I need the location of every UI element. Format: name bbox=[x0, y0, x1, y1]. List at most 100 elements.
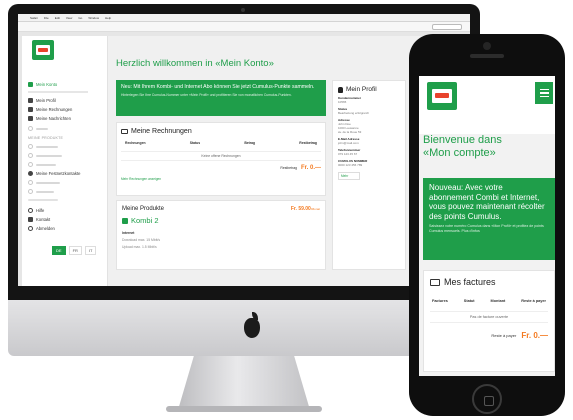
banner-headline: Neu: Mit Ihrem Kombi- und Internet Abo k… bbox=[121, 84, 315, 90]
lang-fr[interactable]: FR bbox=[68, 246, 82, 255]
column-header[interactable]: Rechnungen bbox=[125, 141, 146, 145]
product-line: Internet bbox=[122, 231, 135, 235]
phone-speaker bbox=[470, 54, 504, 58]
invoices-title-text: Meine Rechnungen bbox=[131, 128, 192, 135]
products-header: Meine Produkte Fr. 59.00/Monat bbox=[122, 206, 320, 212]
column-header[interactable]: Reste à payer bbox=[521, 299, 546, 303]
apple-logo bbox=[244, 318, 260, 338]
column-header[interactable]: Betrag bbox=[244, 141, 255, 145]
help-icon bbox=[28, 208, 33, 213]
footer-amount: Fr. 0.— bbox=[300, 165, 321, 171]
mobile-header bbox=[419, 76, 555, 134]
sidebar-divider bbox=[28, 91, 88, 93]
products-card: Meine Produkte Fr. 59.00/Monat Kombi 2 I… bbox=[116, 200, 326, 270]
menu-line bbox=[539, 95, 549, 98]
language-switcher: DE FR IT bbox=[52, 246, 97, 255]
sidebar-item-mein-konto[interactable]: Mein Konto bbox=[28, 82, 57, 87]
brand-logo-inner bbox=[36, 45, 50, 55]
product-icon bbox=[28, 162, 33, 167]
product-icon bbox=[28, 180, 33, 185]
home-icon bbox=[28, 82, 33, 87]
profile-card: Mein Profil Kundennummer 10565 Status Be… bbox=[332, 80, 406, 270]
invoices-footer: Reste à payer Fr. 0.— bbox=[430, 331, 548, 340]
footer-label: Restbetrag bbox=[280, 166, 297, 170]
mail-icon bbox=[28, 116, 33, 121]
mobile-title-line: Bienvenue dans bbox=[423, 134, 502, 146]
profile-field-value: 079 123 45 67 bbox=[338, 152, 358, 156]
mobile-page-title: Bienvenue dans «Mon compte» bbox=[423, 134, 502, 160]
lang-it[interactable]: IT bbox=[84, 246, 97, 255]
more-invoices-link[interactable]: Mehr Rechnungen anzeigen bbox=[121, 177, 321, 181]
sidebar-item-product[interactable] bbox=[28, 180, 60, 185]
invoices-title: Meine Rechnungen bbox=[121, 128, 321, 135]
column-header[interactable]: Restbetrag bbox=[299, 141, 317, 145]
sidebar-item-rechnungen[interactable]: Meine Rechnungen bbox=[28, 107, 72, 112]
menubar-item[interactable]: Edit bbox=[55, 16, 60, 20]
invoices-title-text: Mes factures bbox=[444, 277, 496, 287]
menubar-item[interactable]: View bbox=[66, 16, 72, 20]
sidebar-item-label: Meine Festnetzkontakte bbox=[36, 171, 81, 176]
mobile-cumulus-banner: Nouveau: Avec votre abonnement Combi et … bbox=[423, 178, 555, 260]
menu-line bbox=[539, 92, 549, 94]
hamburger-menu-button[interactable] bbox=[535, 82, 553, 104]
sidebar-item-label: Meine Rechnungen bbox=[36, 107, 73, 112]
footer-amount: Fr. 0.— bbox=[521, 331, 548, 340]
page-title: Herzlich willkommen in «Mein Konto» bbox=[116, 58, 274, 69]
sidebar-item-festnetz[interactable]: Meine Festnetzkontakte bbox=[28, 171, 80, 176]
profile-field-value: av. de la Roue 53 bbox=[338, 130, 362, 134]
mobile-title-line: «Mon compte» bbox=[423, 147, 496, 159]
placeholder-bar bbox=[36, 181, 60, 184]
product-name-row[interactable]: Kombi 2 bbox=[122, 216, 320, 225]
sidebar-item-mein-profil[interactable]: Mein Profil bbox=[28, 98, 56, 103]
invoices-empty-row: Keine offene Rechnungen bbox=[121, 151, 321, 161]
profile-more-button[interactable]: Mehr bbox=[338, 172, 360, 180]
iphone: Bienvenue dans «Mon compte» Nouveau: Ave… bbox=[409, 34, 565, 416]
menubar-item[interactable]: Safari bbox=[30, 16, 38, 20]
sidebar-item-product[interactable] bbox=[28, 189, 54, 194]
column-header[interactable]: Factures bbox=[432, 299, 448, 303]
placeholder-bar bbox=[36, 163, 56, 166]
sidebar-item-product[interactable] bbox=[28, 162, 56, 167]
sidebar-item-kontakt[interactable]: Kontakt bbox=[28, 217, 50, 222]
invoice-icon bbox=[430, 278, 440, 286]
mac-menubar: Safari File Edit View Go Window Help bbox=[18, 14, 470, 22]
brand-logo-inner bbox=[432, 89, 452, 103]
sidebar-item-product[interactable] bbox=[28, 153, 62, 158]
placeholder-bar bbox=[36, 154, 62, 157]
lang-de[interactable]: DE bbox=[52, 246, 66, 255]
brand-logo[interactable] bbox=[32, 40, 54, 60]
sidebar-item-abmelden[interactable]: Abmelden bbox=[28, 226, 55, 231]
invoices-card: Meine Rechnungen Rechnungen Status Betra… bbox=[116, 122, 326, 196]
mobile-invoices-card: Mes factures Factures Statut Montant Res… bbox=[423, 270, 555, 372]
sidebar-item-label: Mein Konto bbox=[36, 82, 58, 87]
column-header[interactable]: Statut bbox=[464, 299, 475, 303]
sidebar-item-nachrichten[interactable]: Meine Nachrichten bbox=[28, 116, 71, 121]
placeholder-bar bbox=[36, 190, 54, 193]
browser-button[interactable] bbox=[432, 24, 462, 30]
menubar-item[interactable]: Go bbox=[78, 16, 82, 20]
column-header[interactable]: Montant bbox=[491, 299, 506, 303]
phone-home-button[interactable] bbox=[472, 384, 502, 414]
imac-stand bbox=[178, 356, 310, 410]
footer-label: Reste à payer bbox=[491, 333, 517, 338]
device-showcase: Safari File Edit View Go Window Help Mei… bbox=[0, 0, 573, 420]
menubar-item[interactable]: Window bbox=[88, 16, 99, 20]
sidebar-section-placeholder bbox=[28, 199, 58, 201]
imac-screen: Safari File Edit View Go Window Help Mei… bbox=[18, 14, 470, 286]
sidebar-item-placeholder[interactable] bbox=[28, 126, 48, 131]
profile-field-value: Bearbeitung erfolgreich bbox=[338, 111, 370, 115]
sidebar-item-label: Mein Profil bbox=[36, 98, 56, 103]
menubar-item[interactable]: File bbox=[44, 16, 49, 20]
sidebar-item-hilfe[interactable]: Hilfe bbox=[28, 208, 44, 213]
profile-title: Mein Profil bbox=[338, 86, 400, 93]
person-icon bbox=[28, 98, 33, 103]
menubar-item[interactable]: Help bbox=[105, 16, 111, 20]
brand-logo[interactable] bbox=[427, 82, 457, 110]
cumulus-banner: Neu: Mit Ihrem Kombi- und Internet Abo k… bbox=[116, 80, 326, 116]
column-header[interactable]: Status bbox=[190, 141, 200, 145]
brand-logo-mark bbox=[435, 93, 449, 98]
products-title: Meine Produkte bbox=[122, 206, 165, 212]
menu-line bbox=[539, 88, 549, 91]
gear-icon bbox=[28, 126, 33, 131]
sidebar-item-product[interactable] bbox=[28, 144, 58, 149]
